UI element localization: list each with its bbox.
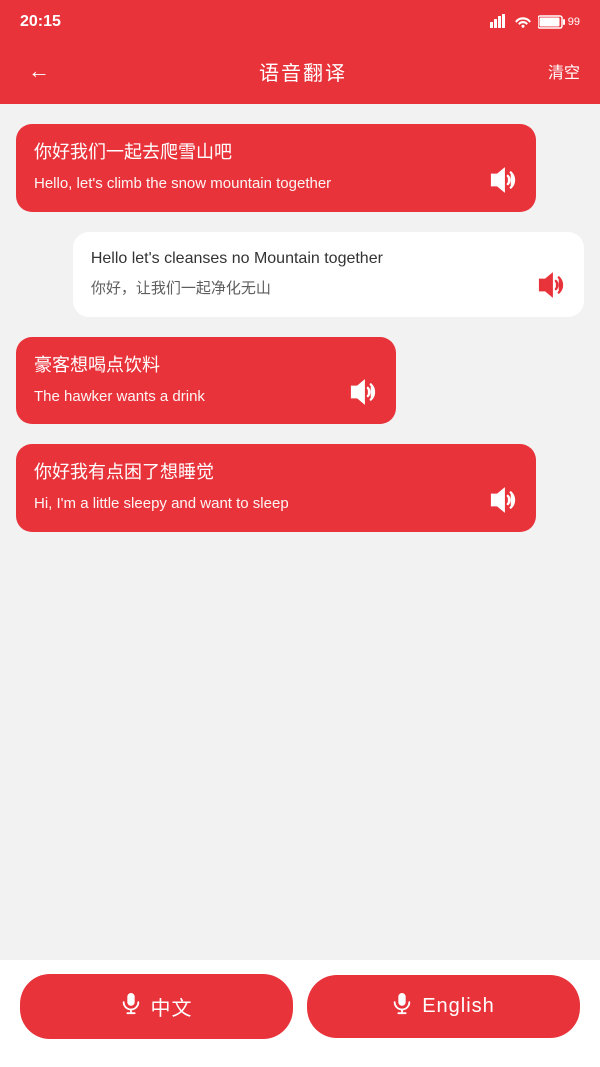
status-bar: 20:15 99	[0, 0, 600, 44]
status-time: 20:15	[20, 13, 61, 31]
chinese-label: 中文	[151, 992, 193, 1021]
message-4-original: 你好我有点困了想睡觉	[34, 460, 474, 485]
chinese-button[interactable]: 中文	[20, 974, 293, 1039]
wifi-icon	[514, 14, 532, 31]
message-1-speaker[interactable]	[486, 164, 518, 196]
page-title: 语音翻译	[259, 57, 347, 86]
message-2-speaker[interactable]	[534, 269, 566, 301]
message-1-original: 你好我们一起去爬雪山吧	[34, 140, 474, 165]
signal-icon	[490, 14, 508, 31]
battery-icon: 99	[538, 15, 580, 29]
english-label: English	[422, 995, 495, 1018]
message-1-text: 你好我们一起去爬雪山吧 Hello, let's climb the snow …	[34, 140, 474, 196]
english-button[interactable]: English	[307, 975, 580, 1038]
message-2-original: Hello let's cleanses no Mountain togethe…	[91, 248, 522, 270]
status-icons: 99	[490, 14, 580, 31]
english-mic-icon	[392, 993, 412, 1020]
message-1-translated: Hello, let's climb the snow mountain tog…	[34, 173, 474, 196]
message-2-translated: 你好，让我们一起净化无山	[91, 278, 522, 301]
message-4-translated: Hi, I'm a little sleepy and want to slee…	[34, 493, 474, 516]
message-3: 豪客想喝点饮料 The hawker wants a drink	[16, 337, 396, 425]
message-4: 你好我有点困了想睡觉 Hi, I'm a little sleepy and w…	[16, 444, 536, 532]
chinese-mic-icon	[121, 993, 141, 1020]
app-header: ← 语音翻译 清空	[0, 44, 600, 104]
battery-percent: 99	[568, 16, 580, 28]
message-2-text: Hello let's cleanses no Mountain togethe…	[91, 248, 522, 301]
chat-area: 你好我们一起去爬雪山吧 Hello, let's climb the snow …	[0, 104, 600, 960]
clear-button[interactable]: 清空	[548, 59, 580, 83]
message-3-original: 豪客想喝点饮料	[34, 353, 334, 378]
message-3-speaker[interactable]	[346, 376, 378, 408]
message-2: Hello let's cleanses no Mountain togethe…	[73, 232, 584, 317]
message-1: 你好我们一起去爬雪山吧 Hello, let's climb the snow …	[16, 124, 536, 212]
back-button[interactable]: ←	[20, 54, 58, 88]
message-4-speaker[interactable]	[486, 484, 518, 516]
bottom-bar: 中文 English	[0, 960, 600, 1067]
message-3-text: 豪客想喝点饮料 The hawker wants a drink	[34, 353, 334, 409]
message-3-translated: The hawker wants a drink	[34, 386, 334, 409]
message-4-text: 你好我有点困了想睡觉 Hi, I'm a little sleepy and w…	[34, 460, 474, 516]
